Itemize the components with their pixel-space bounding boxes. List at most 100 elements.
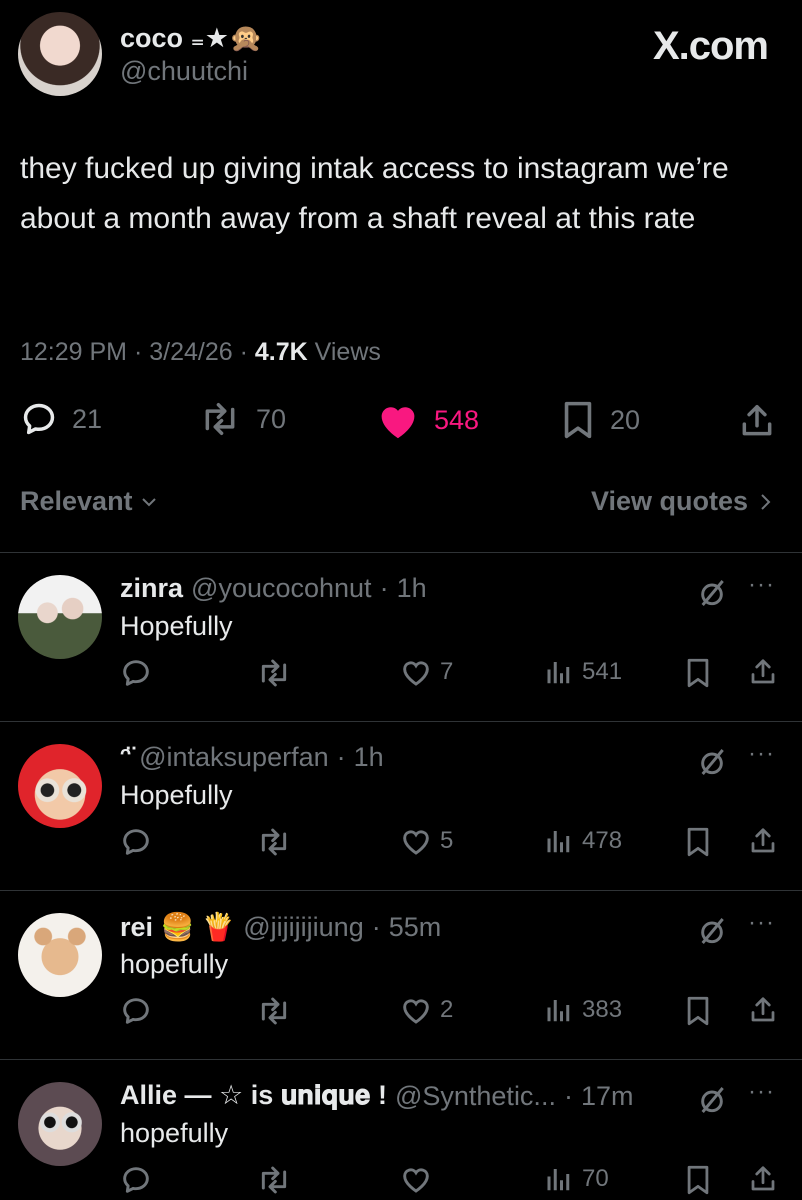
reply-repost-button[interactable] [256, 826, 292, 858]
reply-text: Hopefully [120, 611, 233, 641]
share-icon [742, 405, 772, 436]
reply-reply-button[interactable] [120, 826, 152, 858]
reply-like-button[interactable] [400, 1164, 440, 1194]
reply-like-button[interactable]: 2 [400, 995, 453, 1025]
share-icon [751, 1166, 775, 1191]
reply-like-button[interactable]: 7 [400, 657, 453, 687]
reply-name[interactable]: rei 🍔 🍟 [120, 911, 235, 943]
reply-name[interactable]: ᵔ̈ [120, 742, 131, 773]
more-icon[interactable]: ··· [748, 740, 775, 768]
repost-icon [261, 997, 287, 1025]
reply-avatar[interactable] [18, 1082, 102, 1166]
reply-icon [23, 403, 55, 435]
repost-icon [205, 403, 235, 435]
reply-time[interactable]: 17m [581, 1081, 634, 1112]
reply-repost-button[interactable] [256, 995, 292, 1027]
reply-handle[interactable]: @jijijijiung [243, 912, 363, 943]
repost-count: 70 [256, 403, 287, 434]
share-button[interactable] [738, 402, 776, 440]
repost-button[interactable]: 70 [198, 400, 286, 438]
reply-views[interactable]: 383 [544, 995, 622, 1025]
reply-share-button[interactable] [748, 826, 778, 856]
heart-outline-icon [403, 661, 429, 686]
reply-reply-button[interactable] [120, 657, 152, 689]
grok-icon[interactable] [696, 1084, 728, 1116]
tweet-meta: 12:29 PM · 3/24/26 · 4.7K Views [20, 338, 381, 366]
bookmark-icon [687, 827, 709, 857]
like-count: 548 [434, 404, 480, 435]
reply-sep: · [563, 1080, 573, 1111]
bookmark-icon [687, 996, 709, 1026]
reply-avatar[interactable] [18, 575, 102, 659]
more-icon[interactable]: ··· [748, 909, 775, 937]
author-display-name[interactable]: coco ₌★🙊 [120, 22, 263, 54]
reply-views[interactable]: 541 [544, 657, 622, 687]
heart-outline-icon [403, 999, 429, 1024]
reply-repost-button[interactable] [256, 657, 292, 689]
grok-icon[interactable] [696, 577, 728, 609]
reply-sep: · [336, 742, 346, 772]
reply-item[interactable]: Allie — ☆ is 𝐮𝐧𝐢𝐪𝐮𝐞 ! @Synthetic... · 17… [0, 1060, 802, 1200]
reply-bookmark-button[interactable] [684, 995, 712, 1027]
reply-handle[interactable]: @youcocohnut [191, 573, 372, 604]
view-quotes-label: View quotes [590, 486, 748, 516]
more-icon[interactable]: ··· [748, 1078, 775, 1106]
bookmark-button[interactable]: 20 [560, 400, 640, 440]
chevron-right-icon [761, 493, 771, 510]
author-handle[interactable]: @chuutchi [120, 56, 248, 87]
chevron-down-icon [141, 497, 156, 506]
bookmark-count: 20 [610, 404, 641, 435]
reply-item[interactable]: ᵔ̈ @intaksuperfan · 1h Hopefully ··· 5 4… [0, 722, 802, 890]
reply-like-button[interactable]: 5 [400, 826, 453, 856]
reply-handle[interactable]: @intaksuperfan [139, 742, 329, 773]
reply-share-button[interactable] [748, 1164, 778, 1194]
reply-reply-button[interactable] [120, 1164, 152, 1196]
reply-text: hopefully [120, 1118, 229, 1148]
reply-time[interactable]: 55m [389, 912, 442, 943]
reply-share-button[interactable] [748, 995, 778, 1025]
tweet-time[interactable]: 12:29 PM [20, 338, 127, 366]
tweet-date[interactable]: 3/24/26 [149, 338, 232, 366]
reply-views[interactable]: 478 [544, 826, 622, 856]
reply-avatar[interactable] [18, 913, 102, 997]
reply-share-button[interactable] [748, 657, 778, 687]
reply-time[interactable]: 1h [397, 573, 427, 604]
views-icon [547, 662, 570, 684]
reply-icon [123, 660, 149, 686]
reply-repost-button[interactable] [256, 1164, 292, 1196]
reply-views[interactable]: 70 [544, 1164, 609, 1194]
reply-like-count: 2 [440, 996, 454, 1023]
views-count: 4.7K [254, 338, 308, 366]
views-icon [547, 1169, 570, 1191]
reply-reply-button[interactable] [120, 995, 152, 1027]
repost-icon [261, 659, 287, 687]
more-icon[interactable]: ··· [748, 571, 775, 599]
reply-item[interactable]: zinra @youcocohnut · 1h Hopefully ··· 7 … [0, 553, 802, 721]
grok-icon[interactable] [696, 915, 728, 947]
tweet-text: they fucked up giving intak access to in… [20, 152, 729, 235]
author-avatar[interactable] [18, 12, 102, 96]
reply-bookmark-button[interactable] [684, 1164, 712, 1196]
repost-icon [261, 828, 287, 856]
reply-bookmark-button[interactable] [684, 826, 712, 858]
reply-handle[interactable]: @Synthetic... [395, 1081, 556, 1112]
reply-text: Hopefully [120, 780, 233, 810]
reply-bookmark-button[interactable] [684, 657, 712, 689]
view-quotes-link[interactable]: View quotes [591, 486, 774, 517]
reply-name[interactable]: zinra [120, 573, 183, 604]
reply-item[interactable]: rei 🍔 🍟 @jijijijiung · 55m hopefully ···… [0, 891, 802, 1059]
reply-view-count: 70 [582, 1165, 609, 1192]
reply-time[interactable]: 1h [354, 742, 384, 773]
bookmark-icon [687, 658, 709, 688]
like-button[interactable]: 548 [376, 400, 479, 440]
sort-dropdown[interactable]: Relevant [20, 486, 159, 517]
reply-avatar[interactable] [18, 744, 102, 828]
grok-icon[interactable] [696, 746, 728, 778]
reply-sep: · [379, 573, 389, 603]
heart-outline-icon [403, 830, 429, 855]
reply-name[interactable]: Allie — ☆ is 𝐮𝐧𝐢𝐪𝐮𝐞 ! [120, 1080, 387, 1112]
share-icon [751, 828, 775, 853]
reply-button[interactable]: 21 [20, 400, 102, 438]
bookmark-icon [687, 1165, 709, 1195]
repost-icon [261, 1166, 287, 1194]
